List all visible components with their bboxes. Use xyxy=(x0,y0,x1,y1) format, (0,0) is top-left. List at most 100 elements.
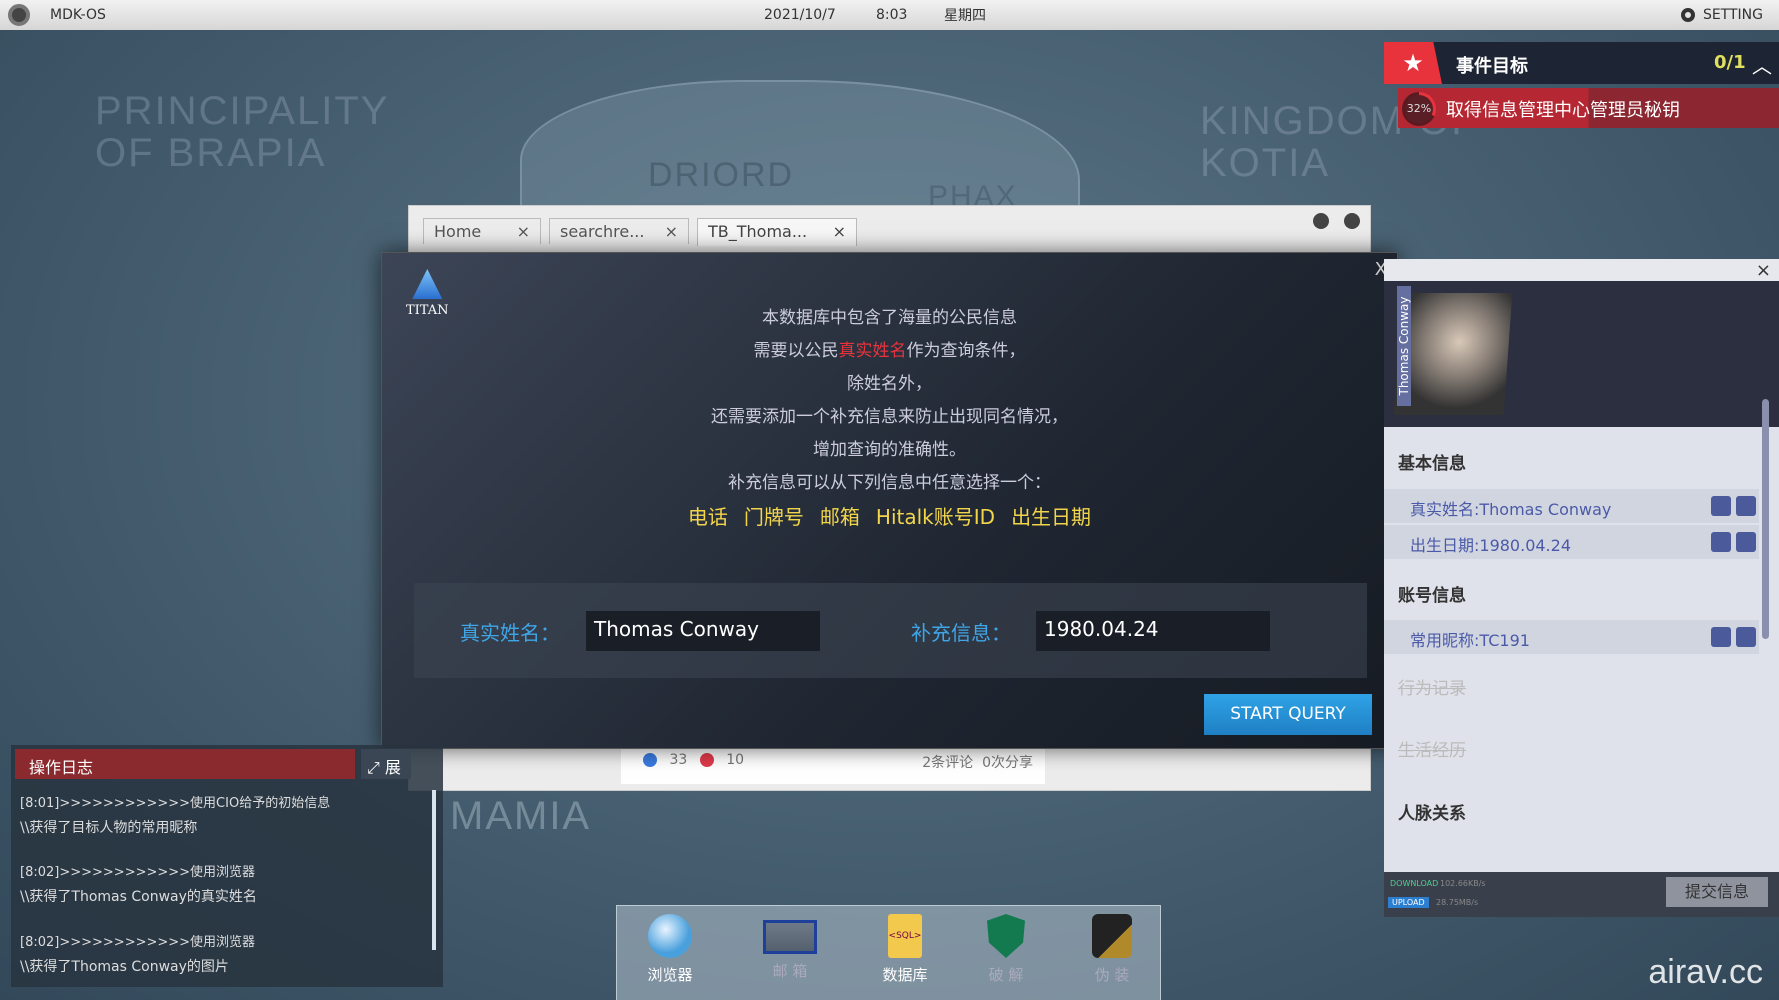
map-label: PRINCIPALITY OF BRAPIA xyxy=(95,89,390,175)
operation-log: 操作日志 ⤢ 展 [8:01]>>>>>>>>>>>>使用CIO给予的初始信息 … xyxy=(11,745,443,987)
log-entry-head: [8:02]>>>>>>>>>>>>使用浏览器 xyxy=(20,865,256,880)
tab-close-icon[interactable]: × xyxy=(833,222,846,243)
progress-ring: 32% xyxy=(1402,92,1436,126)
heart-icon[interactable] xyxy=(699,753,714,767)
tab-close-icon[interactable]: × xyxy=(517,222,530,241)
profile-photo xyxy=(1393,293,1513,415)
share-count[interactable]: 0次分享 xyxy=(982,755,1033,771)
dock: 浏览器 邮 箱 <SQL> 数据库 破 解 伪 装 xyxy=(616,905,1161,1000)
expand-icon: ⤢ xyxy=(367,758,380,777)
time: 8:03 xyxy=(876,7,908,23)
event-objective-panel: ★ 事件目标 0/1 ︿ 32% 取得信息管理中心管理员秘钥 xyxy=(1384,42,1779,128)
sql-file-icon: <SQL> xyxy=(888,914,922,958)
info-row: 常用昵称:TC191 xyxy=(1384,620,1759,654)
dock-app-browser[interactable]: 浏览器 xyxy=(630,914,710,985)
log-entry-body: \\获得了目标人物的常用昵称 xyxy=(20,820,198,836)
dialog-text-line: 还需要添加一个补充信息来防止出现同名情况， xyxy=(711,407,1068,427)
info-row: 真实姓名:Thomas Conway xyxy=(1384,489,1759,523)
setting-button[interactable]: SETTING xyxy=(1680,7,1763,23)
upload-label: UPLOAD xyxy=(1388,897,1429,908)
watermark: airav.cc xyxy=(1648,953,1763,991)
download-label: DOWNLOAD xyxy=(1390,879,1439,888)
option-birthdate: 出生日期 xyxy=(1011,505,1092,529)
tab-search[interactable]: searchre... × xyxy=(549,218,689,244)
dialog-text-line: 增加查询的准确性。 xyxy=(813,440,966,460)
progress-label: 32% xyxy=(1405,95,1433,123)
download-speed: 102.66KB/s xyxy=(1440,879,1486,888)
gear-icon xyxy=(1680,8,1695,22)
shield-lock-icon xyxy=(987,914,1025,958)
tab-tb-thomas[interactable]: TB_Thoma... × xyxy=(697,218,857,246)
globe-icon xyxy=(648,914,692,958)
option-list: 电话 门牌号 邮箱 Hitalk账号ID 出生日期 xyxy=(382,501,1397,530)
scrollbar[interactable] xyxy=(1762,399,1769,639)
shield-icon[interactable] xyxy=(1711,496,1731,516)
option-phone: 电话 xyxy=(687,505,728,529)
event-count: 0/1 xyxy=(1714,52,1746,73)
like-count: 33 xyxy=(669,752,688,768)
weekday: 星期四 xyxy=(944,8,986,24)
upload-speed: 28.75MB/s xyxy=(1436,898,1479,907)
post-footer: 33 10 2条评论 0次分享 xyxy=(621,744,1045,784)
start-query-button[interactable]: START QUERY xyxy=(1204,694,1372,735)
log-entry-body: \\获得了Thomas Conway的真实姓名 xyxy=(20,889,257,905)
option-email: 邮箱 xyxy=(819,505,860,529)
dialog-text-line: 本数据库中包含了海量的公民信息 xyxy=(762,308,1017,328)
shield-icon[interactable] xyxy=(1711,532,1731,552)
photo-name-tag: Thomas Conway xyxy=(1397,286,1411,406)
top-bar: MDK-OS 2021/10/7 8:03 星期四 SETTING xyxy=(0,0,1779,30)
map-label: DRIORD xyxy=(648,156,795,194)
name-label: 真实姓名： xyxy=(460,621,560,645)
tab-bar: Home × searchre... × TB_Thoma... × xyxy=(423,218,857,246)
os-name: MDK-OS xyxy=(50,7,106,23)
dock-app-mail[interactable]: 邮 箱 xyxy=(750,914,830,981)
log-entry-head: [8:01]>>>>>>>>>>>>使用CIO给予的初始信息 xyxy=(20,796,331,811)
dock-app-disguise[interactable]: 伪 装 xyxy=(1072,914,1152,985)
option-house-number: 门牌号 xyxy=(743,505,804,529)
globe-icon[interactable] xyxy=(1736,627,1756,647)
log-entry-head: [8:02]>>>>>>>>>>>>使用浏览器 xyxy=(20,935,256,950)
section-relations: 人脉关系 xyxy=(1398,804,1466,824)
event-task: 取得信息管理中心管理员秘钥 xyxy=(1446,100,1680,121)
minimize-button[interactable] xyxy=(1313,213,1329,229)
chat-icon[interactable] xyxy=(1711,627,1731,647)
event-title: 事件目标 xyxy=(1456,56,1528,77)
date: 2021/10/7 xyxy=(764,7,836,23)
section-behavior: 行为记录 xyxy=(1398,679,1466,699)
profile-panel: × Thomas Conway 基本信息 真实姓名:Thomas Conway … xyxy=(1384,259,1779,917)
panel-close-button[interactable]: × xyxy=(1756,260,1771,281)
dock-app-database[interactable]: <SQL> 数据库 xyxy=(865,914,945,985)
document-icon[interactable] xyxy=(1736,532,1756,552)
dialog-text-line: 除姓名外， xyxy=(847,374,932,394)
tab-home[interactable]: Home × xyxy=(423,218,541,244)
star-icon: ★ xyxy=(1402,49,1424,77)
log-scrollbar[interactable] xyxy=(432,790,436,950)
info-row: 出生日期:1980.04.24 xyxy=(1384,525,1759,559)
submit-info-button[interactable]: 提交信息 xyxy=(1666,877,1768,907)
document-icon[interactable] xyxy=(1736,496,1756,516)
extra-info-label: 补充信息： xyxy=(911,621,1011,645)
disguise-icon xyxy=(1092,914,1132,958)
setting-label: SETTING xyxy=(1702,7,1763,23)
close-window-button[interactable] xyxy=(1344,213,1360,229)
like-icon[interactable] xyxy=(643,753,657,767)
log-title: 操作日志 xyxy=(15,749,355,779)
collapse-chevron-icon[interactable]: ︿ xyxy=(1752,50,1772,79)
star-badge: ★ xyxy=(1384,42,1442,84)
comment-count[interactable]: 2条评论 xyxy=(922,755,973,771)
option-hitalk-id: Hitalk账号ID xyxy=(875,505,996,529)
query-form: 真实姓名： Thomas Conway 补充信息： 1980.04.24 xyxy=(414,583,1367,678)
titan-logo-icon xyxy=(412,269,443,299)
section-account-info: 账号信息 xyxy=(1398,586,1466,606)
extra-info-input[interactable]: 1980.04.24 xyxy=(1036,611,1270,651)
tab-close-icon[interactable]: × xyxy=(665,222,678,241)
log-expand-button[interactable]: ⤢ 展 xyxy=(361,749,411,779)
section-life: 生活经历 xyxy=(1398,741,1466,761)
real-name-input[interactable]: Thomas Conway xyxy=(586,611,820,651)
mail-icon xyxy=(763,920,817,954)
dialog-text-line: 需要以公民真实姓名作为查询条件， xyxy=(753,341,1026,361)
os-logo-icon[interactable] xyxy=(8,4,30,26)
map-label: MAMIA xyxy=(450,794,592,838)
dock-app-crack[interactable]: 破 解 xyxy=(966,914,1046,985)
query-dialog: X TITAN 本数据库中包含了海量的公民信息 需要以公民真实姓名作为查询条件，… xyxy=(381,252,1398,749)
